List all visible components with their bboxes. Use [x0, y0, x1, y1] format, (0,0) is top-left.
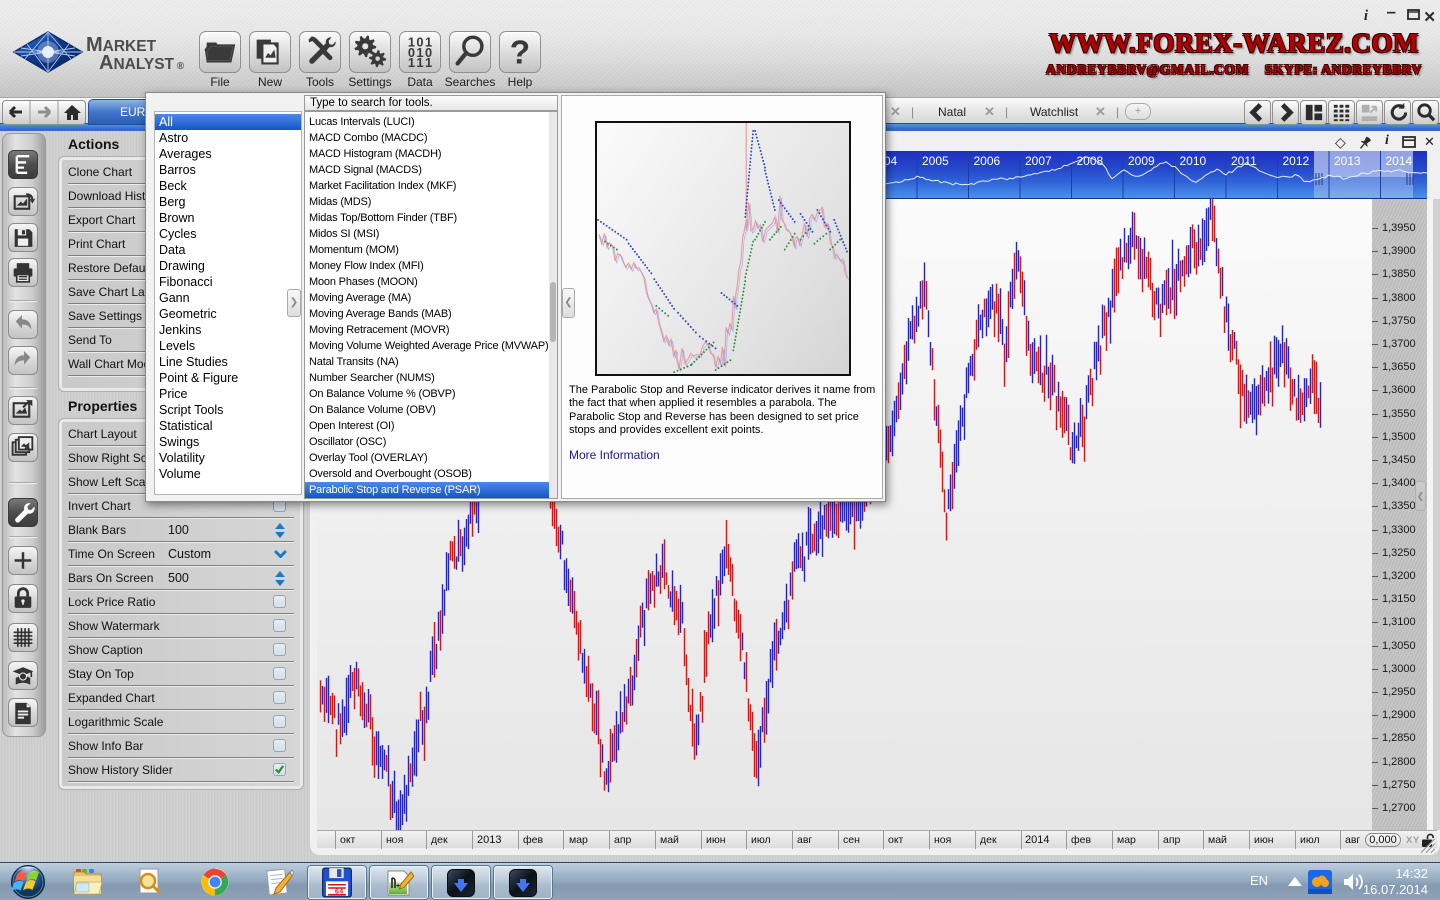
svg-text:1: 1	[416, 55, 423, 70]
svg-text:2007: 2007	[1025, 154, 1052, 168]
svg-text:2011: 2011	[1231, 154, 1257, 168]
svg-text:2013: 2013	[1334, 154, 1361, 168]
svg-text:1: 1	[408, 55, 415, 70]
svg-text:MARKET: MARKET	[86, 34, 157, 56]
svg-text:ANALYST ®: ANALYST ®	[99, 52, 185, 74]
svg-text:2010: 2010	[1180, 154, 1207, 168]
svg-text:?: ?	[510, 34, 530, 71]
svg-text:1: 1	[425, 55, 432, 70]
svg-text:2008: 2008	[1077, 154, 1104, 168]
svg-text:2009: 2009	[1128, 154, 1155, 168]
svg-text:2005: 2005	[922, 154, 949, 168]
svg-text:2012: 2012	[1283, 154, 1310, 168]
svg-text:2014: 2014	[1386, 154, 1413, 168]
svg-text:64: 64	[335, 889, 344, 897]
svg-text:2006: 2006	[974, 154, 1001, 168]
